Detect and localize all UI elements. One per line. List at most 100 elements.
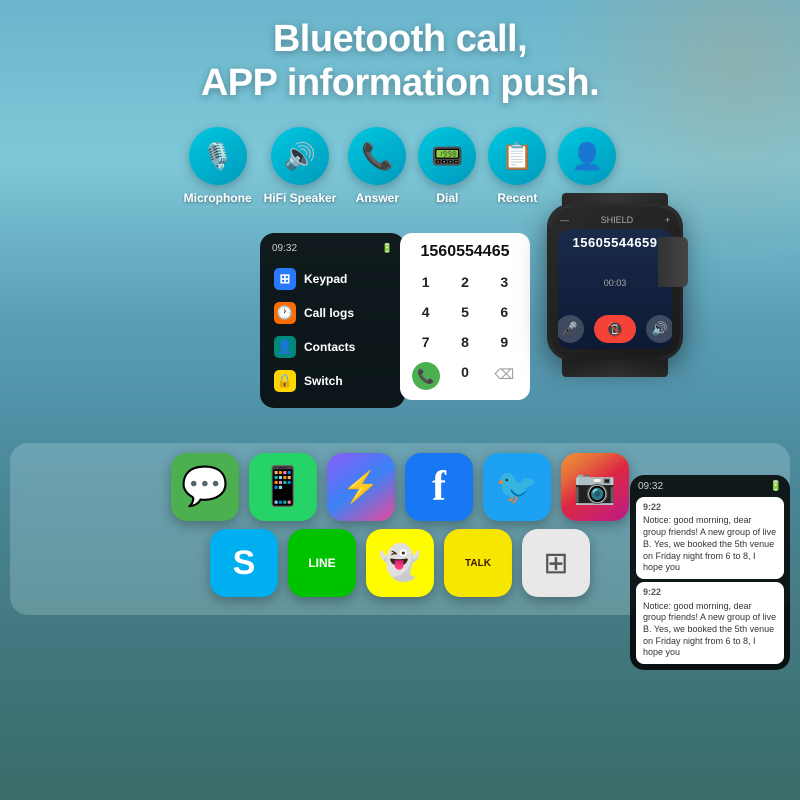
menu-item-switch[interactable]: 🔒 Switch <box>270 364 395 398</box>
notif-battery: 🔋 <box>770 481 782 492</box>
header-title: Bluetooth call, APP information push. <box>0 0 800 115</box>
dialer-key-7[interactable]: 7 <box>408 329 443 355</box>
notif-time-2: 9:22 <box>643 587 777 599</box>
messages-icon: 💬 <box>181 465 228 509</box>
phone-time: 09:32 <box>272 243 297 254</box>
phone-menu-panel: 09:32 🔋 ⊞ Keypad 🕐 Call logs 👤 Contacts … <box>260 233 405 408</box>
app-skype[interactable]: S <box>210 529 278 597</box>
keypad-icon: ⊞ <box>274 268 296 290</box>
contacts-menu-label: Contacts <box>304 340 355 354</box>
app-snapchat[interactable]: 👻 <box>366 529 434 597</box>
recent-label: Recent <box>497 191 537 205</box>
switch-label: Switch <box>304 374 343 388</box>
watch-screen: 15605544659 00:03 🎤 📵 🔊 <box>558 229 672 349</box>
dialer-key-4[interactable]: 4 <box>408 299 443 325</box>
app-messages[interactable]: 💬 <box>171 453 239 521</box>
watch-call-duration: 00:03 <box>604 278 627 288</box>
notif-text-1: Notice: good morning, dear group friends… <box>643 515 777 573</box>
watch-label: SHIELD <box>601 215 634 225</box>
app-grid[interactable]: ⊞ <box>522 529 590 597</box>
watch-minus-btn[interactable]: — <box>560 215 569 225</box>
line-icon: LINE <box>308 556 335 570</box>
notification-message-2: 9:22 Notice: good morning, dear group fr… <box>636 582 784 664</box>
dialer-number: 1560554465 <box>408 243 522 261</box>
grid-icon: ⊞ <box>543 546 568 581</box>
kakaotalk-icon: TALK <box>465 558 491 569</box>
calllogs-label: Call logs <box>304 306 354 320</box>
dial-label: Dial <box>436 191 458 205</box>
hifi-speaker-icon-circle: 🔊 <box>271 127 329 185</box>
dialer-call-button[interactable]: 📞 <box>412 362 440 390</box>
dialer-key-6[interactable]: 6 <box>487 299 522 325</box>
app-facebook[interactable]: f <box>405 453 473 521</box>
calllogs-icon: 🕐 <box>274 302 296 324</box>
app-kakaotalk[interactable]: TALK <box>444 529 512 597</box>
title-line1: Bluetooth call, <box>20 18 780 62</box>
dialer-key-2[interactable]: 2 <box>447 269 482 295</box>
whatsapp-icon: 📱 <box>259 465 306 509</box>
feature-recent: 📋 Recent <box>488 127 546 205</box>
dialer-delete-button[interactable]: ⌫ <box>487 359 522 390</box>
feature-microphone: 🎙️ Microphone <box>184 127 252 205</box>
skype-icon: S <box>233 544 256 583</box>
feature-dial: 📟 Dial <box>418 127 476 205</box>
dialer-key-1[interactable]: 1 <box>408 269 443 295</box>
watch-side-button[interactable] <box>658 237 688 287</box>
smartwatch: — SHIELD + 15605544659 00:03 🎤 📵 🔊 <box>550 193 680 377</box>
watch-strap-bottom <box>562 357 668 377</box>
notification-message-1: 9:22 Notice: good morning, dear group fr… <box>636 497 784 579</box>
watch-body: — SHIELD + 15605544659 00:03 🎤 📵 🔊 <box>550 207 680 357</box>
dialer-key-5[interactable]: 5 <box>447 299 482 325</box>
answer-label: Answer <box>356 191 399 205</box>
watch-call-buttons: 🎤 📵 🔊 <box>558 315 672 343</box>
notif-text-2: Notice: good morning, dear group friends… <box>643 601 777 659</box>
hifi-speaker-label: HiFi Speaker <box>264 191 337 205</box>
watch-speaker-button[interactable]: 🔊 <box>646 315 672 343</box>
dialer-panel: 1560554465 1 2 3 4 5 6 7 8 9 📞 0 ⌫ <box>400 233 530 400</box>
answer-icon-circle: 📞 <box>348 127 406 185</box>
contacts-icon-circle: 👤 <box>558 127 616 185</box>
watch-screen-content: 15605544659 00:03 🎤 📵 🔊 <box>558 229 672 349</box>
recent-icon-circle: 📋 <box>488 127 546 185</box>
dialer-key-0[interactable]: 0 <box>447 359 482 390</box>
battery-icon: 🔋 <box>382 243 393 254</box>
notif-status-bar: 09:32 🔋 <box>630 475 790 494</box>
feature-hifi-speaker: 🔊 HiFi Speaker <box>264 127 337 205</box>
main-section: 09:32 🔋 ⊞ Keypad 🕐 Call logs 👤 Contacts … <box>0 213 800 443</box>
app-whatsapp[interactable]: 📱 <box>249 453 317 521</box>
app-line[interactable]: LINE <box>288 529 356 597</box>
dialer-key-8[interactable]: 8 <box>447 329 482 355</box>
watch-plus-btn[interactable]: + <box>665 215 670 225</box>
twitter-icon: 🐦 <box>496 467 538 507</box>
dial-icon-circle: 📟 <box>418 127 476 185</box>
menu-item-keypad[interactable]: ⊞ Keypad <box>270 262 395 296</box>
watch-top-bar: — SHIELD + <box>558 215 672 225</box>
dialer-key-9[interactable]: 9 <box>487 329 522 355</box>
feature-answer: 📞 Answer <box>348 127 406 205</box>
microphone-label: Microphone <box>184 191 252 205</box>
facebook-icon: f <box>432 463 446 511</box>
phone-status-bar: 09:32 🔋 <box>270 243 395 254</box>
dialer-key-3[interactable]: 3 <box>487 269 522 295</box>
menu-item-contacts[interactable]: 👤 Contacts <box>270 330 395 364</box>
notif-time-1: 9:22 <box>643 502 777 514</box>
keypad-label: Keypad <box>304 272 347 286</box>
dialer-grid: 1 2 3 4 5 6 7 8 9 📞 0 ⌫ <box>408 269 522 390</box>
messenger-icon: ⚡ <box>342 470 379 505</box>
contacts-menu-icon: 👤 <box>274 336 296 358</box>
notif-time: 09:32 <box>638 481 663 492</box>
watch-call-number: 15605544659 <box>572 235 657 250</box>
menu-item-calllogs[interactable]: 🕐 Call logs <box>270 296 395 330</box>
watch-mute-button[interactable]: 🎤 <box>558 315 584 343</box>
switch-icon: 🔒 <box>274 370 296 392</box>
instagram-icon: 📷 <box>574 467 616 507</box>
app-twitter[interactable]: 🐦 <box>483 453 551 521</box>
watch-end-call-button[interactable]: 📵 <box>594 315 636 343</box>
features-row: 🎙️ Microphone 🔊 HiFi Speaker 📞 Answer 📟 … <box>0 115 800 213</box>
battery-indicator: 🔋 <box>382 243 393 254</box>
app-instagram[interactable]: 📷 <box>561 453 629 521</box>
microphone-icon-circle: 🎙️ <box>189 127 247 185</box>
app-messenger[interactable]: ⚡ <box>327 453 395 521</box>
snapchat-icon: 👻 <box>379 543 421 583</box>
main-content: Bluetooth call, APP information push. 🎙️… <box>0 0 800 800</box>
